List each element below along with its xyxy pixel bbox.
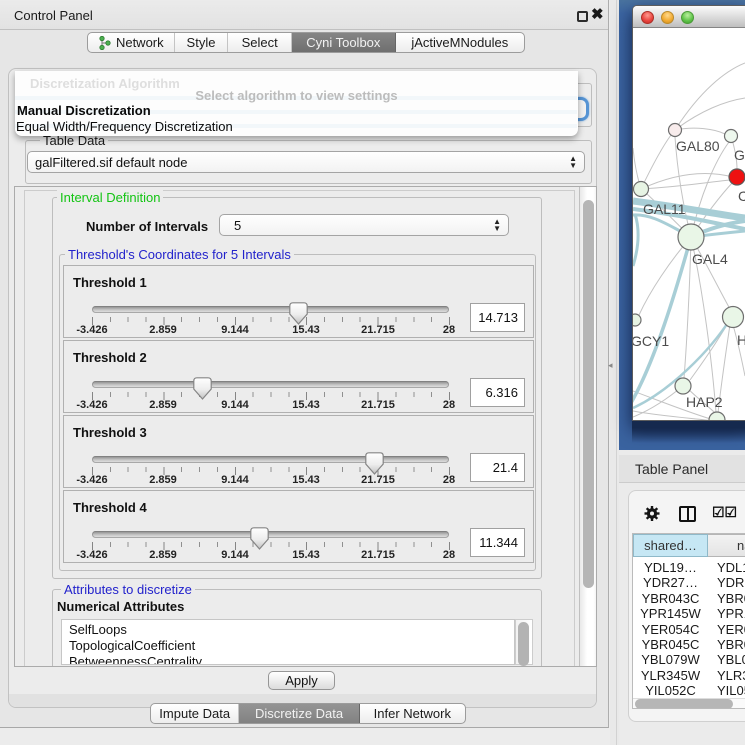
svg-text:C: C: [738, 188, 745, 204]
svg-text:GAL11: GAL11: [643, 201, 686, 217]
svg-text:GA: GA: [734, 147, 745, 163]
svg-text:GCY1: GCY1: [633, 333, 669, 349]
svg-text:H: H: [737, 332, 745, 348]
svg-text:GAL80: GAL80: [676, 138, 720, 154]
svg-text:HAP2: HAP2: [686, 394, 723, 410]
svg-text:GAL4: GAL4: [692, 251, 728, 267]
